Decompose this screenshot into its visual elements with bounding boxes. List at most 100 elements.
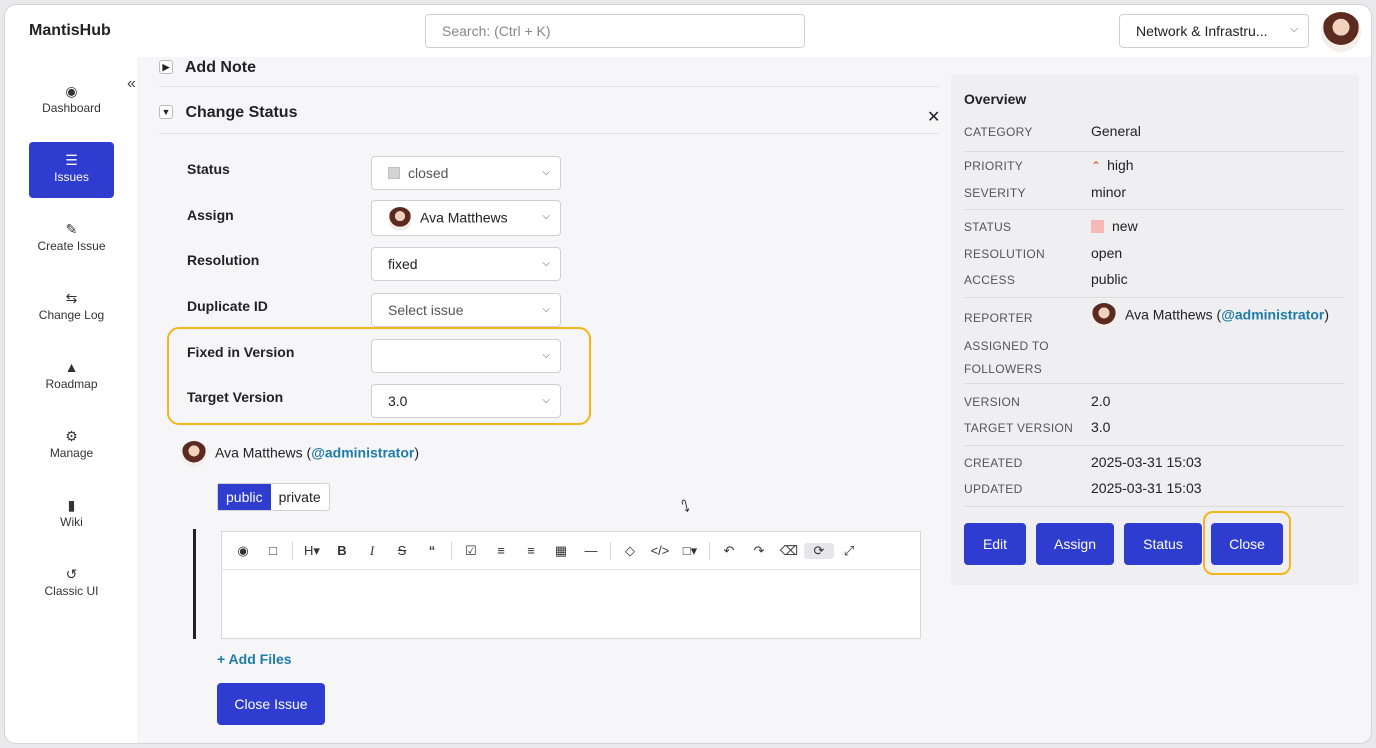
edit-button[interactable]: Edit (964, 523, 1026, 565)
access-label: ACCESS (964, 273, 1016, 287)
severity-label: SEVERITY (964, 186, 1026, 200)
duplicate-id-placeholder: Select issue (388, 302, 464, 318)
history-icon: ↺ (65, 566, 78, 582)
duplicate-id-select[interactable]: Select issue ⌵ (371, 293, 561, 327)
strikethrough-icon[interactable]: S (387, 543, 417, 558)
sidebar-item-change-log[interactable]: ⇆ Change Log (29, 280, 114, 336)
sidebar-item-create-issue[interactable]: ✎ Create Issue (29, 211, 114, 267)
sidebar-item-dashboard[interactable]: ◉ Dashboard (29, 73, 114, 129)
sidebar: ◉ Dashboard ☰ Issues ✎ Create Issue ⇆ Ch… (5, 57, 137, 743)
sidebar-item-label: Change Log (38, 308, 105, 322)
priority-text: high (1107, 157, 1134, 173)
sync-icon[interactable]: ⟳ (804, 542, 834, 559)
callout-icon[interactable]: □▾ (675, 543, 705, 559)
reporter-label: REPORTER (964, 311, 1033, 325)
visibility-toggle: public private (217, 483, 330, 511)
note-editor[interactable]: ◉ □ H▾ B I S “ ☑ ≡ ≡ ▦ — ◇ </> □▾ ↶ ↷ ⌫ … (221, 531, 921, 639)
category-label: CATEGORY (964, 125, 1033, 139)
app-logo[interactable]: MantisHub (29, 22, 111, 40)
chevron-down-icon: ⌵ (542, 258, 550, 269)
fullscreen-icon[interactable]: ⤢ (834, 543, 864, 559)
chevron-right-icon[interactable]: ▶ (159, 60, 173, 74)
target-version-label: TARGET VERSION (964, 421, 1074, 435)
change-status-section[interactable]: ▼ Change Status (159, 104, 939, 134)
editor-focus-bar (193, 529, 196, 639)
divider (451, 541, 452, 560)
sidebar-item-label: Roadmap (45, 377, 98, 391)
add-files-link[interactable]: + Add Files (217, 651, 292, 667)
status-text: new (1112, 218, 1138, 234)
document-icon: ▮ (67, 497, 76, 513)
divider (292, 541, 293, 560)
horizontal-rule-icon[interactable]: — (576, 543, 606, 558)
status-button[interactable]: Status (1124, 523, 1202, 565)
mouse-cursor-icon: ⭛ (681, 499, 690, 516)
reporter-name: Ava Matthews (1125, 306, 1213, 323)
quote-icon[interactable]: “ (417, 543, 447, 558)
sidebar-item-classic-ui[interactable]: ↺ Classic UI (29, 556, 114, 612)
gears-icon: ⚙ (65, 428, 78, 444)
sidebar-item-label: Manage (49, 446, 94, 460)
resolution-value: fixed (388, 256, 418, 272)
search-input[interactable]: Search: (Ctrl + K) (425, 14, 805, 48)
visibility-public-button[interactable]: public (218, 484, 271, 510)
change-log-icon: ⇆ (65, 290, 78, 306)
redo-icon[interactable]: ↷ (744, 543, 774, 559)
comment-author-handle[interactable]: @administrator (311, 445, 414, 461)
comment-author-name: Ava Matthews (215, 444, 303, 461)
add-note-section[interactable]: ▶ Add Note (159, 59, 939, 87)
sidebar-item-wiki[interactable]: ▮ Wiki (29, 487, 114, 543)
status-swatch (388, 167, 400, 179)
priority-high-icon: ⌃ (1091, 159, 1102, 173)
sidebar-item-label: Issues (54, 170, 89, 184)
chevron-down-icon: ⌵ (542, 167, 550, 178)
app-window: MantisHub Search: (Ctrl + K) Network & I… (4, 4, 1372, 744)
divider (964, 151, 1344, 152)
bullet-list-icon[interactable]: ≡ (486, 543, 516, 558)
chevron-down-icon: ⌵ (1290, 24, 1298, 35)
eraser-icon[interactable]: ⌫ (774, 543, 804, 559)
main-content: ▶ Add Note ▼ Change Status ✕ Status clos… (137, 57, 1371, 743)
close-issue-button[interactable]: Close Issue (217, 683, 325, 725)
user-avatar[interactable] (1321, 12, 1361, 52)
sidebar-item-label: Create Issue (37, 239, 106, 253)
assign-value: Ava Matthews (420, 209, 508, 226)
bold-icon[interactable]: B (327, 543, 357, 558)
resolution-value: open (1091, 245, 1123, 261)
assign-select[interactable]: Ava Matthews ⌵ (371, 200, 561, 236)
italic-icon[interactable]: I (357, 543, 387, 559)
visibility-private-button[interactable]: private (271, 484, 329, 510)
sidebar-item-issues[interactable]: ☰ Issues (29, 142, 114, 198)
category-value: General (1091, 123, 1141, 139)
sidebar-item-manage[interactable]: ⚙ Manage (29, 418, 114, 474)
project-selector[interactable]: Network & Infrastru... ⌵ (1119, 14, 1309, 48)
resolution-label: Resolution (187, 252, 260, 268)
divider (964, 209, 1344, 210)
assigned-to-label: ASSIGNED TO (964, 339, 1049, 353)
code-icon[interactable]: </> (645, 543, 675, 558)
checklist-icon[interactable]: ☑ (456, 543, 486, 559)
comment-icon[interactable]: □ (258, 543, 288, 558)
sidebar-item-roadmap[interactable]: ▲ Roadmap (29, 349, 114, 405)
version-label: VERSION (964, 395, 1021, 409)
updated-label: UPDATED (964, 482, 1023, 496)
heading-icon[interactable]: H▾ (297, 543, 327, 559)
close-icon[interactable]: ✕ (927, 107, 940, 127)
preview-icon[interactable]: ◉ (228, 543, 258, 559)
status-value: closed (408, 165, 449, 181)
chevron-down-icon[interactable]: ▼ (159, 105, 173, 119)
numbered-list-icon[interactable]: ≡ (516, 543, 546, 558)
priority-value: ⌃ high (1091, 157, 1134, 173)
divider (709, 541, 710, 560)
collapse-sidebar-icon[interactable]: « (127, 75, 136, 93)
avatar (388, 207, 412, 231)
table-icon[interactable]: ▦ (546, 543, 576, 559)
status-select[interactable]: closed ⌵ (371, 156, 561, 190)
link-icon[interactable]: ◇ (615, 543, 645, 559)
undo-icon[interactable]: ↶ (714, 543, 744, 559)
reporter-handle[interactable]: @administrator (1221, 307, 1324, 323)
followers-label: FOLLOWERS (964, 362, 1043, 376)
comment-author: Ava Matthews (@administrator) (181, 441, 419, 467)
resolution-select[interactable]: fixed ⌵ (371, 247, 561, 281)
assign-button[interactable]: Assign (1036, 523, 1114, 565)
